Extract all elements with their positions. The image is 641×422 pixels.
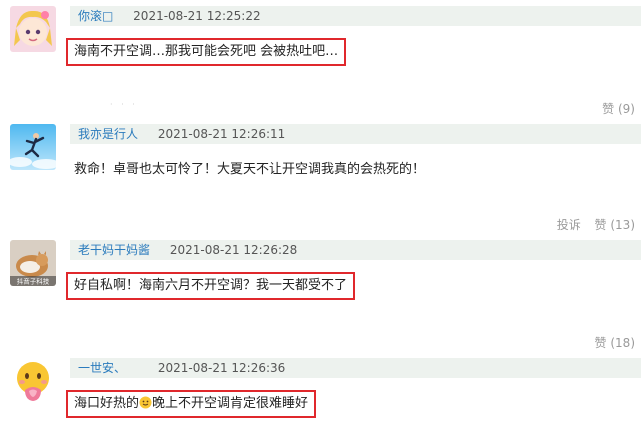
avatar-caption: 抖音子科技 bbox=[17, 277, 50, 286]
like-button[interactable]: 赞 (18) bbox=[595, 336, 635, 350]
comment-time: 2021-08-21 12:26:28 bbox=[169, 243, 298, 257]
anime-girl-avatar-icon bbox=[10, 6, 56, 52]
comment-text: 海南不开空调…那我可能会死吧 会被热吐吧… bbox=[66, 38, 347, 66]
comment-time: 2021-08-21 12:25:22 bbox=[133, 9, 261, 23]
jumping-person-avatar-icon bbox=[10, 124, 56, 170]
comment-meta: 老干妈干妈酱 2021-08-21 12:26:28 bbox=[70, 240, 641, 260]
divider-dots: · · · bbox=[110, 100, 138, 109]
avatar[interactable] bbox=[10, 6, 56, 52]
smile-emoji-icon bbox=[139, 396, 152, 409]
comment-text-part: 海口好热的 bbox=[74, 396, 140, 411]
comment-time: 2021-08-21 12:26:11 bbox=[157, 127, 286, 141]
username-link[interactable]: 我亦是行人 bbox=[78, 127, 138, 141]
like-button[interactable]: 赞 (13) bbox=[595, 218, 635, 232]
comment-2: 我亦是行人 2021-08-21 12:26:11 救命！卓哥也太可怜了！大夏天… bbox=[0, 118, 641, 236]
report-button[interactable]: 投诉 bbox=[557, 218, 581, 232]
avatar[interactable]: 抖音子科技 bbox=[10, 240, 56, 286]
comment-3: 抖音子科技 老干妈干妈酱 2021-08-21 12:26:28 好自私啊！海南… bbox=[0, 236, 641, 352]
comment-actions: 赞 (18) bbox=[591, 334, 635, 351]
comment-4: 一世安、 2021-08-21 12:26:36 海口好热的 晚上不开空调肯定很难… bbox=[0, 352, 641, 422]
comment-meta: 一世安、 2021-08-21 12:26:36 bbox=[70, 358, 641, 378]
like-button[interactable]: 赞 (9) bbox=[602, 102, 635, 116]
comment-time: 2021-08-21 12:26:36 bbox=[157, 361, 286, 375]
comment-1: 你滚□ 2021-08-21 12:25:22 海南不开空调…那我可能会死吧 会… bbox=[0, 0, 641, 118]
username-link[interactable]: 你滚□ bbox=[78, 9, 113, 23]
username-link[interactable]: 一世安、 bbox=[78, 361, 126, 375]
avatar[interactable] bbox=[10, 124, 56, 170]
comment-actions: 投诉 赞 (13) bbox=[553, 216, 635, 233]
comment-text: 好自私啊！海南六月不开空调？我一天都受不了 bbox=[66, 272, 356, 300]
cat-avatar-icon: 抖音子科技 bbox=[10, 240, 56, 286]
comment-text: 救命！卓哥也太可怜了！大夏天不让开空调我真的会热死的！ bbox=[74, 162, 426, 177]
avatar[interactable] bbox=[10, 358, 56, 404]
comment-text: 海口好热的 晚上不开空调肯定很难睡好 bbox=[66, 390, 317, 418]
comment-text-part: 晚上不开空调肯定很难睡好 bbox=[152, 396, 309, 411]
comment-meta: 我亦是行人 2021-08-21 12:26:11 bbox=[70, 124, 641, 144]
comment-actions: 赞 (9) bbox=[598, 100, 635, 117]
username-link[interactable]: 老干妈干妈酱 bbox=[78, 243, 150, 257]
comment-meta: 你滚□ 2021-08-21 12:25:22 bbox=[70, 6, 641, 26]
yellow-emoji-avatar-icon bbox=[10, 358, 56, 404]
